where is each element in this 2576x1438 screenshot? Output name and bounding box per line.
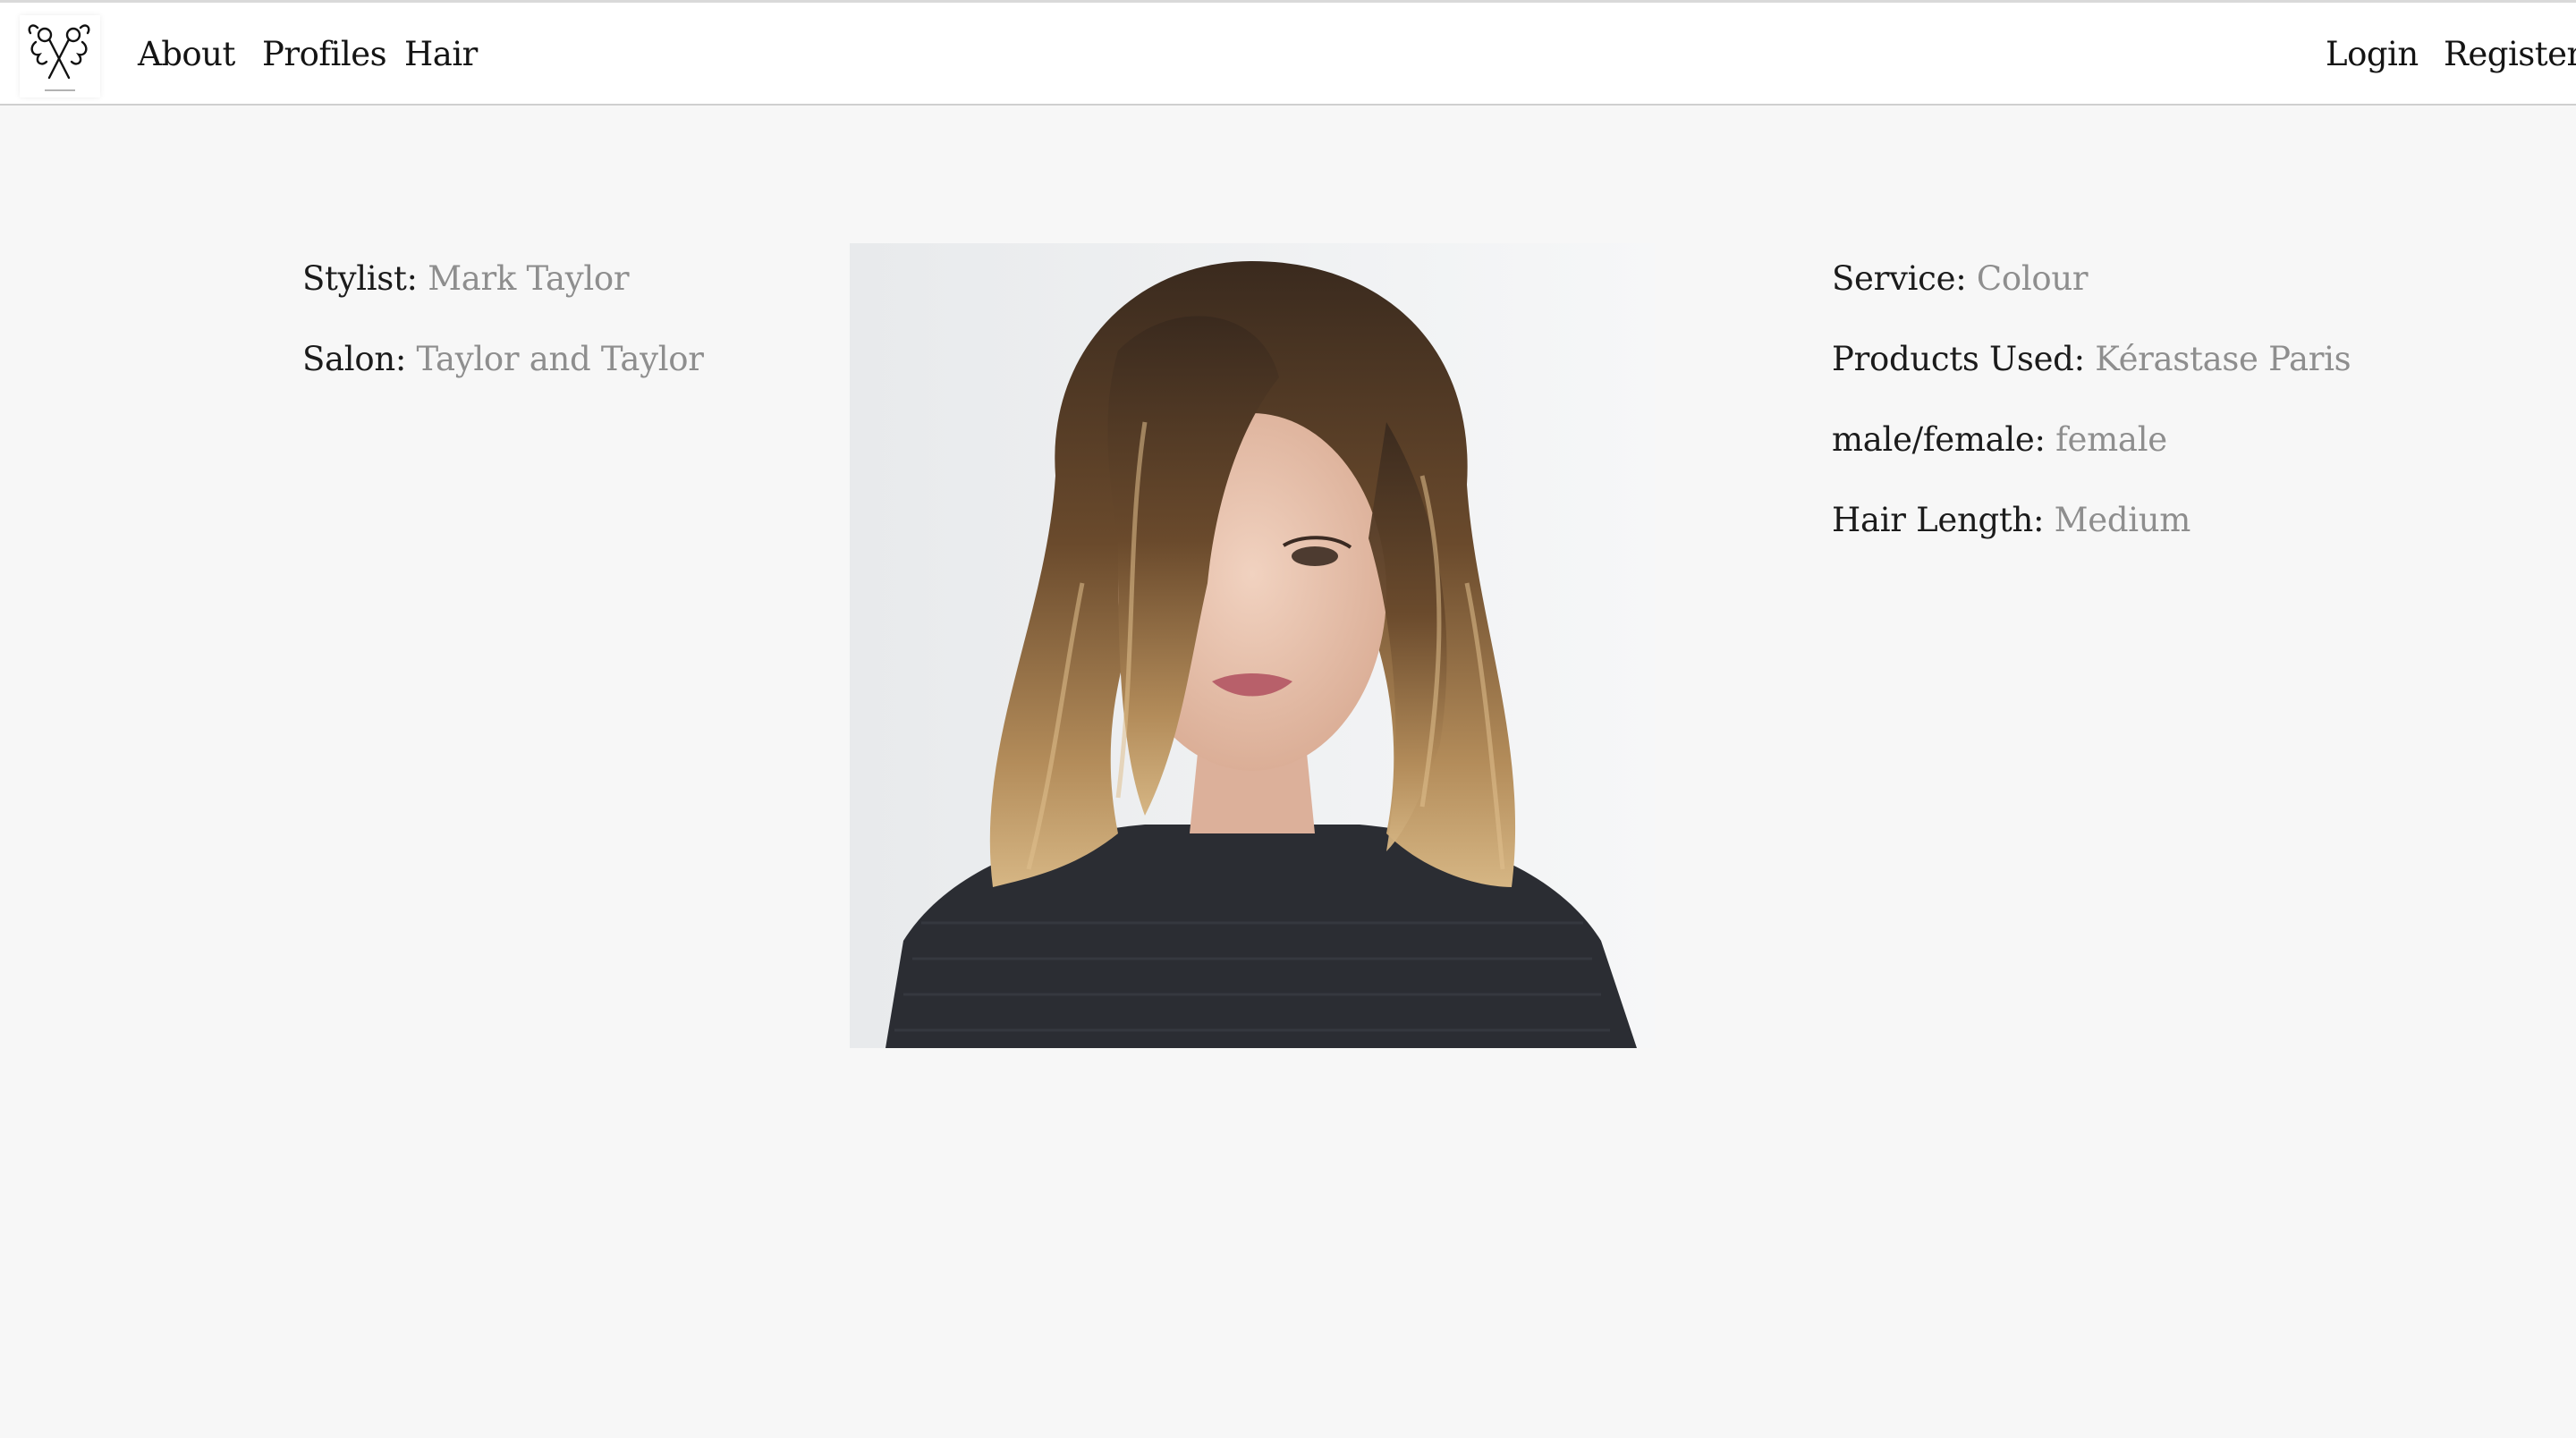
gender-info: male/female: female <box>1832 420 2167 459</box>
stylist-value: Mark Taylor <box>428 259 630 298</box>
top-navbar: About Profiles Hair Login Register <box>0 0 2576 106</box>
products-value: Kérastase Paris <box>2095 340 2351 378</box>
nav-link-hair[interactable]: Hair <box>404 35 478 73</box>
stylist-label: Stylist <box>302 259 407 298</box>
hair-length-label: Hair Length <box>1832 501 2033 539</box>
scissors-hair-logo-icon <box>28 24 90 91</box>
nav-link-profiles[interactable]: Profiles <box>262 35 387 73</box>
hair-length-info: Hair Length: Medium <box>1832 501 2191 539</box>
logo[interactable] <box>20 15 100 97</box>
salon-value: Taylor and Taylor <box>416 340 704 378</box>
service-value: Colour <box>1976 259 2089 298</box>
nav-link-about[interactable]: About <box>138 35 235 73</box>
nav-link-register[interactable]: Register <box>2444 35 2576 73</box>
hair-length-value: Medium <box>2054 501 2191 539</box>
salon-label: Salon <box>302 340 395 378</box>
products-label: Products Used <box>1832 340 2074 378</box>
nav-link-login[interactable]: Login <box>2326 35 2419 73</box>
products-info: Products Used: Kérastase Paris <box>1832 340 2351 378</box>
service-info: Service: Colour <box>1832 259 2089 298</box>
salon-info: Salon: Taylor and Taylor <box>302 340 704 378</box>
stylist-info: Stylist: Mark Taylor <box>302 259 630 298</box>
service-label: Service <box>1832 259 1956 298</box>
woman-portrait-image <box>850 243 1655 1048</box>
gender-value: female <box>2055 420 2167 459</box>
hairstyle-photo <box>850 243 1655 1048</box>
gender-label: male/female <box>1832 420 2035 459</box>
